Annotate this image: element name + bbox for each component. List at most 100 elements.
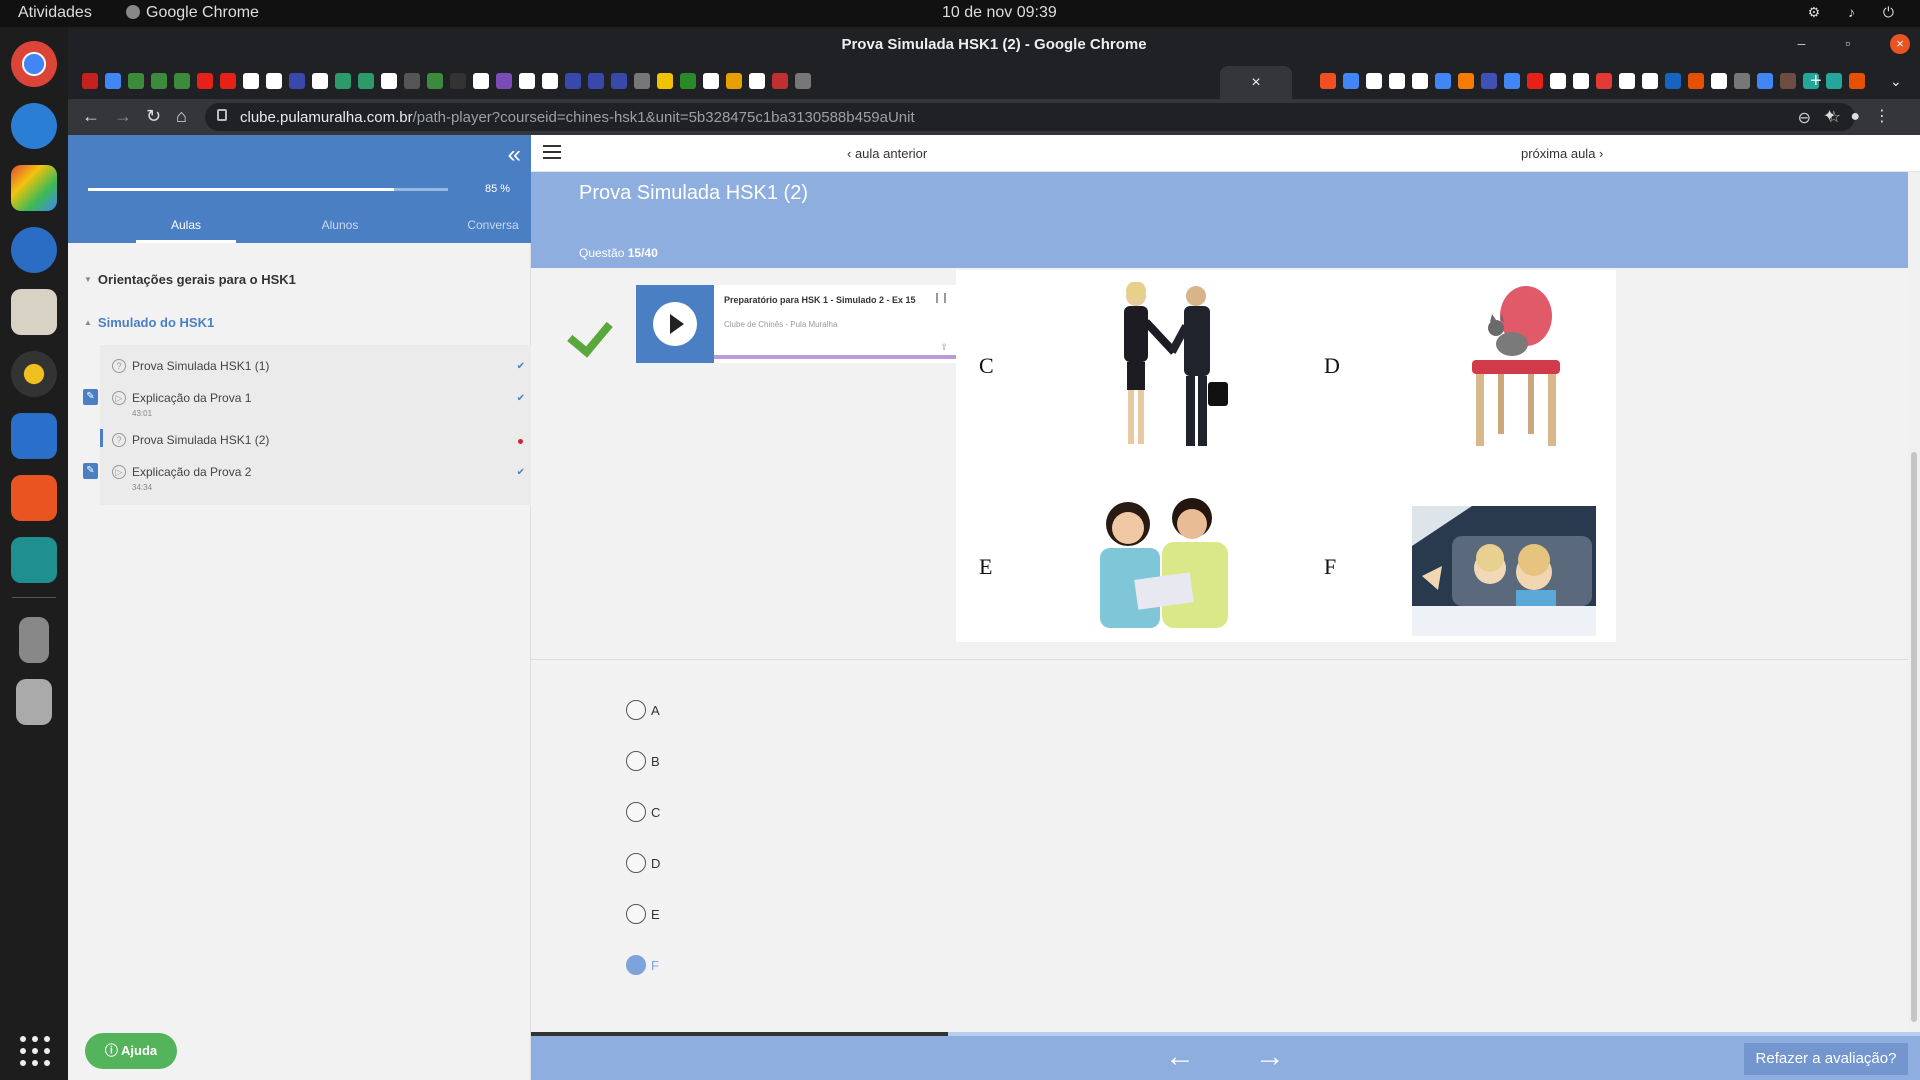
attachment-icon[interactable]: ✎	[83, 389, 98, 405]
tab-favicon-icon[interactable]	[1596, 73, 1612, 89]
play-icon[interactable]	[653, 302, 697, 346]
radio-button[interactable]	[626, 904, 646, 924]
radio-button[interactable]	[626, 751, 646, 771]
tab-favicon-icon[interactable]	[289, 73, 305, 89]
calendar-icon[interactable]	[11, 537, 57, 583]
system-tray[interactable]: ⚙ ♪ ⏻	[1808, 4, 1906, 21]
tab-favicon-icon[interactable]	[404, 73, 420, 89]
next-question-icon[interactable]: →	[1255, 1042, 1285, 1072]
extensions-icon[interactable]: ✦	[1823, 108, 1850, 125]
tab-favicon-icon[interactable]	[1527, 73, 1543, 89]
answer-option-a[interactable]: A	[626, 700, 826, 730]
lesson-item[interactable]: ✎ ▷ Explicação da Prova 2 34:34 ✔	[83, 459, 531, 499]
active-tab[interactable]: ×	[1220, 66, 1292, 99]
scrollbar-thumb[interactable]	[1911, 452, 1917, 1022]
tab-conversa[interactable]: Conversa	[443, 218, 543, 243]
radio-button[interactable]	[626, 955, 646, 975]
tab-favicon-icon[interactable]	[1826, 73, 1842, 89]
tab-favicon-icon[interactable]	[1435, 73, 1451, 89]
hamburger-menu-icon[interactable]	[543, 145, 561, 159]
answer-option-d[interactable]: D	[626, 853, 826, 883]
tab-favicon-icon[interactable]	[1573, 73, 1589, 89]
tab-favicon-icon[interactable]	[266, 73, 282, 89]
help-button[interactable]: ⓘ Ajuda	[85, 1033, 177, 1069]
tab-favicon-icon[interactable]	[657, 73, 673, 89]
tab-aulas[interactable]: Aulas	[136, 218, 236, 243]
new-tab-icon[interactable]: +	[1810, 70, 1822, 93]
address-bar[interactable]: clube.pulamuralha.com.br/path-player?cou…	[205, 103, 1855, 131]
collapse-sidebar-icon[interactable]: «	[508, 141, 521, 169]
url-text[interactable]: clube.pulamuralha.com.br/path-player?cou…	[240, 109, 915, 126]
tab-favicon-icon[interactable]	[1320, 73, 1336, 89]
tab-alunos[interactable]: Alunos	[290, 218, 390, 243]
tab-favicon-icon[interactable]	[427, 73, 443, 89]
tab-favicon-icon[interactable]	[1642, 73, 1658, 89]
answer-option-e[interactable]: E	[626, 904, 826, 934]
redo-assessment-button[interactable]: Refazer a avaliação?	[1744, 1043, 1908, 1075]
previous-lesson-link[interactable]: ‹ aula anterior	[847, 146, 927, 161]
tab-favicon-icon[interactable]	[358, 73, 374, 89]
tab-favicon-icon[interactable]	[1343, 73, 1359, 89]
tab-favicon-icon[interactable]	[381, 73, 397, 89]
tab-favicon-icon[interactable]	[1780, 73, 1796, 89]
home-icon[interactable]: ⌂	[176, 106, 187, 127]
tab-favicon-icon[interactable]	[450, 73, 466, 89]
answer-option-c[interactable]: C	[626, 802, 826, 832]
close-tab-icon[interactable]: ×	[1251, 74, 1260, 91]
tab-favicon-icon[interactable]	[703, 73, 719, 89]
tab-favicon-icon[interactable]	[1366, 73, 1382, 89]
forward-icon[interactable]: →	[114, 106, 132, 127]
tab-favicon-icon[interactable]	[197, 73, 213, 89]
tab-favicon-icon[interactable]	[312, 73, 328, 89]
tab-favicon-icon[interactable]	[1849, 73, 1865, 89]
back-icon[interactable]: ←	[82, 106, 100, 127]
answer-option-f[interactable]: F	[626, 955, 826, 985]
window-controls[interactable]: – ▫ ×	[1797, 34, 1910, 54]
writer-icon[interactable]	[11, 413, 57, 459]
tab-favicon-icon[interactable]	[1481, 73, 1497, 89]
tab-favicon-icon[interactable]	[772, 73, 788, 89]
scrollbar[interactable]	[1908, 172, 1920, 1032]
tab-favicon-icon[interactable]	[1665, 73, 1681, 89]
chrome-icon[interactable]	[11, 41, 57, 87]
tab-favicon-icon[interactable]	[611, 73, 627, 89]
shotwell-icon[interactable]	[11, 165, 57, 211]
zoom-icon[interactable]: ⊖	[1798, 108, 1811, 128]
tab-favicon-icon[interactable]	[565, 73, 581, 89]
tab-favicon-icon[interactable]	[1711, 73, 1727, 89]
tab-search-icon[interactable]: ⌄	[1890, 73, 1902, 90]
help-icon[interactable]	[11, 103, 57, 149]
lesson-item[interactable]: ✎ ▷ Explicação da Prova 1 43:01 ✔	[83, 385, 531, 425]
tab-favicon-icon[interactable]	[1458, 73, 1474, 89]
tab-favicon-icon[interactable]	[1389, 73, 1405, 89]
reload-icon[interactable]: ↻	[146, 106, 161, 127]
tab-favicon-icon[interactable]	[335, 73, 351, 89]
radio-button[interactable]	[626, 802, 646, 822]
menu-icon[interactable]: ⋮	[1874, 108, 1904, 125]
tab-favicon-icon[interactable]	[174, 73, 190, 89]
waveform[interactable]	[714, 355, 956, 359]
tab-favicon-icon[interactable]	[1757, 73, 1773, 89]
tab-favicon-icon[interactable]	[680, 73, 696, 89]
tab-favicon-icon[interactable]	[749, 73, 765, 89]
tab-favicon-icon[interactable]	[151, 73, 167, 89]
tab-favicon-icon[interactable]	[1688, 73, 1704, 89]
share-icon[interactable]: ⇪	[940, 342, 948, 353]
tab-favicon-icon[interactable]	[542, 73, 558, 89]
close-icon[interactable]: ×	[1890, 34, 1910, 54]
tab-favicon-icon[interactable]	[1412, 73, 1428, 89]
tab-favicon-icon[interactable]	[128, 73, 144, 89]
tab-favicon-icon[interactable]	[82, 73, 98, 89]
tab-favicon-icon[interactable]	[519, 73, 535, 89]
next-lesson-link[interactable]: próxima aula ›	[1521, 146, 1603, 161]
tab-favicon-icon[interactable]	[1504, 73, 1520, 89]
avatar[interactable]: ●	[1850, 108, 1874, 125]
section-orientacoes[interactable]: ▼ Orientações gerais para o HSK1	[84, 272, 296, 287]
trash-icon[interactable]	[16, 679, 52, 725]
tab-favicon-icon[interactable]	[588, 73, 604, 89]
tab-favicon-icon[interactable]	[473, 73, 489, 89]
tab-favicon-icon[interactable]	[220, 73, 236, 89]
show-apps-icon[interactable]	[20, 1036, 50, 1066]
activities-button[interactable]: Atividades	[18, 4, 92, 22]
files-icon[interactable]	[11, 289, 57, 335]
